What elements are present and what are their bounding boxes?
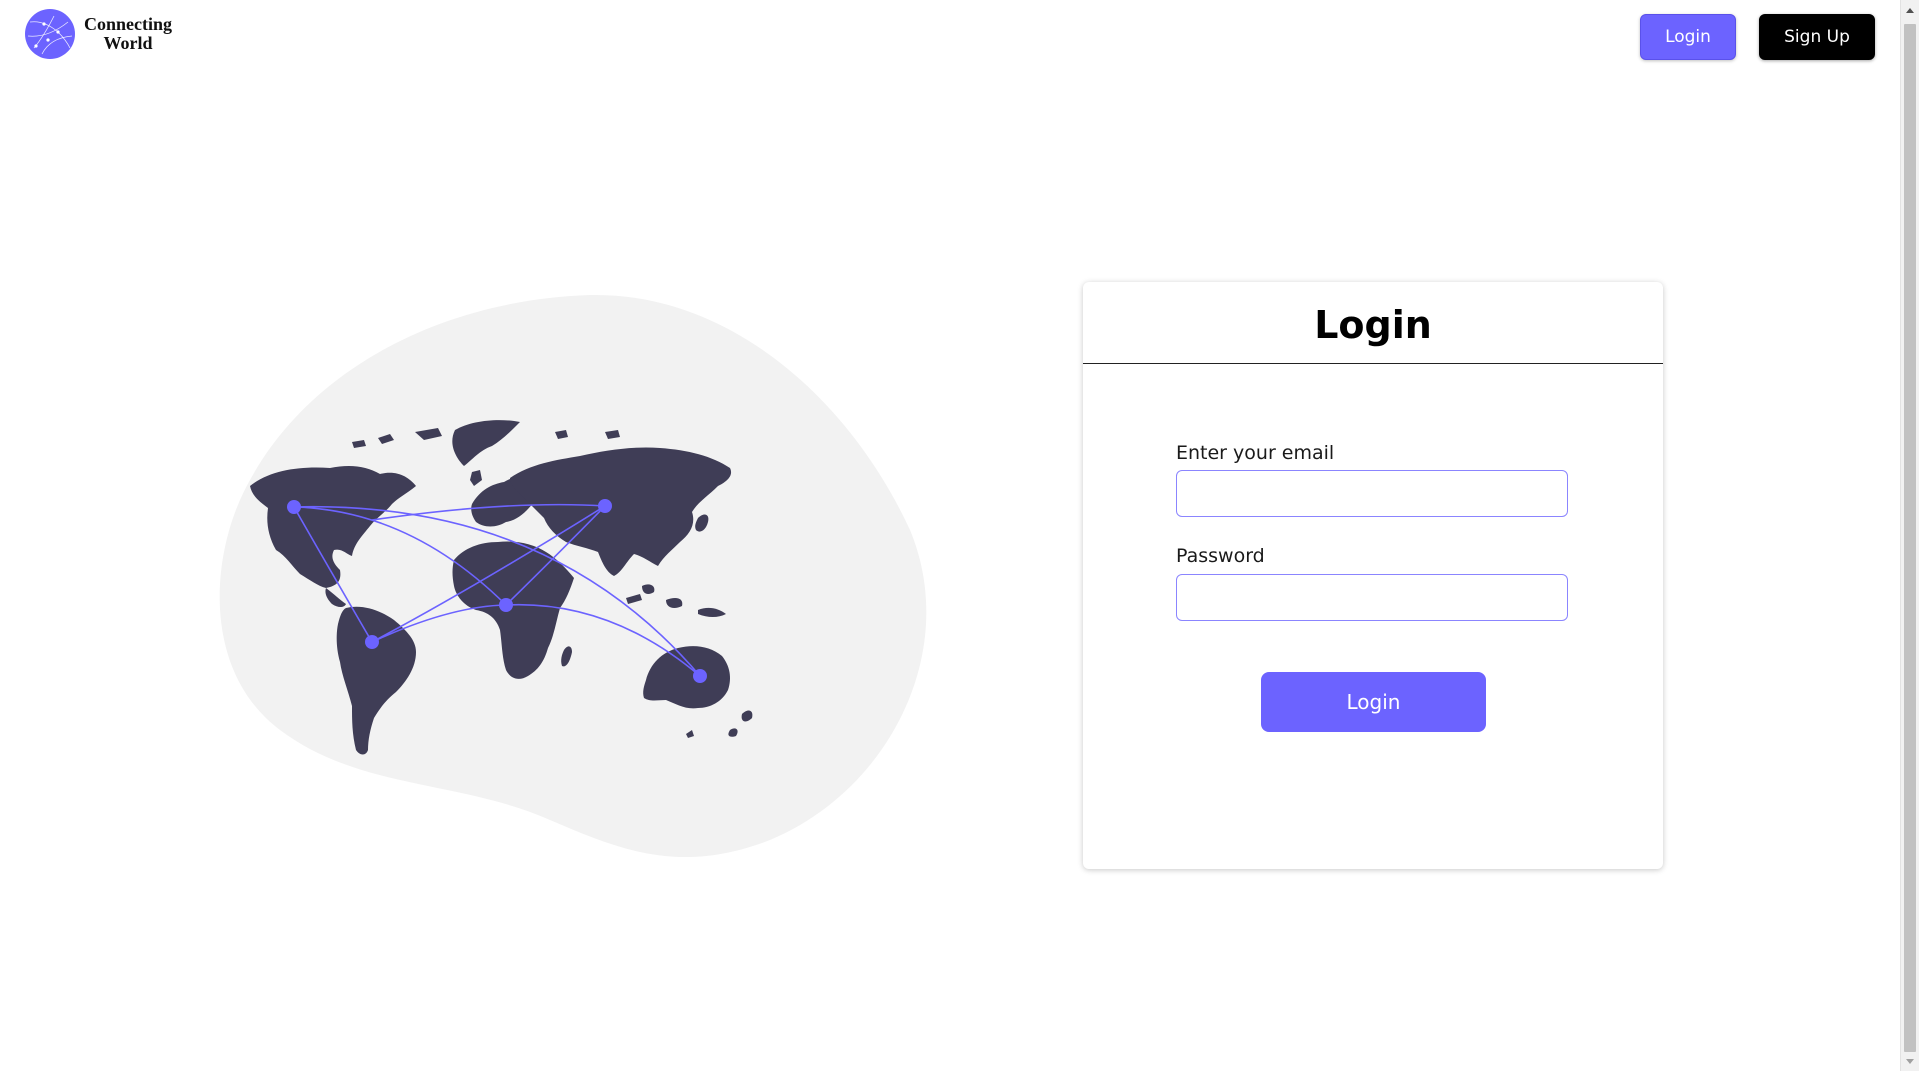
vertical-scrollbar[interactable] xyxy=(1900,0,1919,1071)
password-label: Password xyxy=(1176,545,1265,567)
brand-line-1: Connecting xyxy=(83,14,172,34)
email-label: Enter your email xyxy=(1176,442,1335,464)
page: Connecting World Login Sign Up Login Ent… xyxy=(0,0,1919,1071)
login-submit-button[interactable]: Login xyxy=(1261,672,1486,732)
brand-line-2: World xyxy=(103,33,153,53)
node-north-america xyxy=(287,500,301,514)
node-australia xyxy=(693,669,707,683)
node-asia xyxy=(598,499,612,513)
node-south-america xyxy=(365,635,379,649)
node-africa xyxy=(499,598,513,612)
scroll-down-arrow-icon[interactable] xyxy=(1901,1053,1919,1070)
email-input[interactable] xyxy=(1176,470,1568,517)
world-map-network-illustration xyxy=(219,294,927,858)
login-title: Login xyxy=(1083,282,1663,364)
scroll-up-arrow-icon[interactable] xyxy=(1901,2,1919,19)
password-input[interactable] xyxy=(1176,574,1568,621)
scrollbar-thumb[interactable] xyxy=(1904,24,1916,1052)
header-signup-button[interactable]: Sign Up xyxy=(1759,14,1875,60)
globe-network-icon[interactable] xyxy=(24,8,76,60)
brand-name: Connecting World xyxy=(78,15,178,53)
login-card: Login Enter your email Password Login xyxy=(1083,282,1663,869)
header-login-button[interactable]: Login xyxy=(1640,14,1736,60)
